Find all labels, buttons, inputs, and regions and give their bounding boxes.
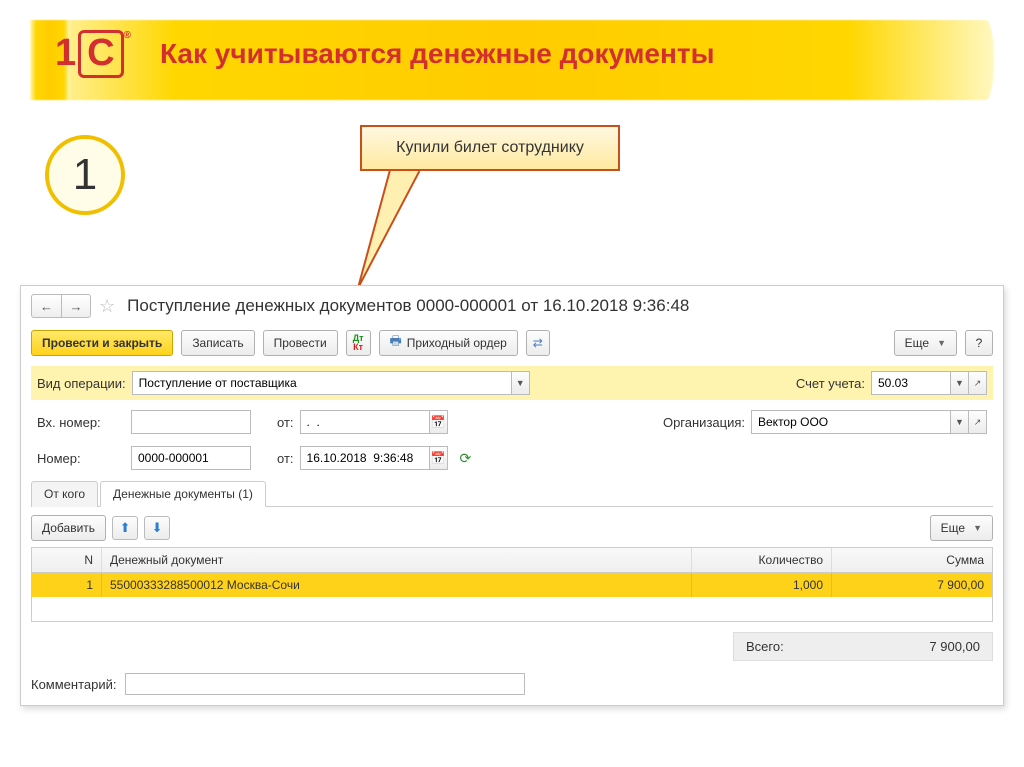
col-header-n[interactable]: N [32, 548, 102, 572]
account-open-btn[interactable]: ↗ [969, 371, 987, 395]
callout-text: Купили билет сотруднику [396, 139, 584, 156]
in-date-combo[interactable]: 📅 [300, 410, 448, 434]
move-up-button[interactable]: ⬆ [112, 516, 138, 540]
in-num-input[interactable] [131, 410, 251, 434]
cell-n[interactable]: 1 [32, 573, 102, 597]
org-dropdown-btn[interactable]: ▼ [951, 410, 969, 434]
org-open-btn[interactable]: ↗ [969, 410, 987, 434]
in-date-label: от: [277, 415, 294, 430]
arrow-down-icon: ⬇ [152, 520, 163, 536]
print-icon: 🖶 [390, 332, 402, 354]
dtkt-button[interactable]: ДтКт [346, 330, 371, 356]
total-value: 7 900,00 [929, 639, 980, 654]
logo-1c: 1С® [55, 30, 131, 78]
account-combo[interactable]: ▼ ↗ [871, 371, 987, 395]
col-header-doc[interactable]: Денежный документ [102, 548, 692, 572]
slide-header: 1С® Как учитываются денежные документы [0, 0, 1024, 110]
org-combo[interactable]: ▼ ↗ [751, 410, 987, 434]
move-down-button[interactable]: ⬇ [144, 516, 170, 540]
in-num-label: Вх. номер: [37, 415, 125, 430]
title-row: ← → ☆ Поступление денежных документов 00… [21, 286, 1003, 326]
op-type-label: Вид операции: [37, 376, 126, 391]
account-label: Счет учета: [796, 376, 865, 391]
more-label: Еще [905, 336, 929, 350]
comment-label: Комментарий: [31, 677, 117, 692]
number-row: Номер: от: 📅 ⟳ [31, 442, 993, 474]
cell-doc[interactable]: 55000333288500012 Москва-Сочи [102, 573, 692, 597]
chevron-down-icon: ▼ [937, 338, 946, 348]
calendar-icon: 📅 [431, 451, 446, 465]
dtkt-icon: ДтКт [353, 334, 364, 352]
slide-title: Как учитываются денежные документы [160, 38, 715, 70]
nav-forward-button[interactable]: → [61, 294, 91, 318]
date-combo[interactable]: 📅 [300, 446, 448, 470]
receipt-order-button[interactable]: 🖶 Приходный ордер [379, 330, 518, 356]
help-button[interactable]: ? [965, 330, 993, 356]
structure-button[interactable]: ⇄ [526, 330, 550, 356]
op-type-combo[interactable]: ▼ [132, 371, 530, 395]
main-toolbar: Провести и закрыть Записать Провести ДтК… [21, 326, 1003, 366]
tree-icon: ⇄ [533, 336, 543, 350]
account-dropdown-btn[interactable]: ▼ [951, 371, 969, 395]
logo-1: 1 [55, 32, 76, 74]
more-button[interactable]: Еще ▼ [894, 330, 957, 356]
org-label: Организация: [663, 415, 745, 430]
post-button[interactable]: Провести [263, 330, 338, 356]
nav-buttons: ← → [31, 294, 91, 318]
arrow-up-icon: ⬆ [120, 520, 131, 536]
comment-row: Комментарий: [21, 665, 1003, 695]
chevron-down-icon: ▼ [973, 523, 982, 533]
receipt-order-label: Приходный ордер [407, 336, 507, 350]
grid-empty-space[interactable] [32, 597, 992, 621]
operation-type-row: Вид операции: ▼ Счет учета: ▼ ↗ [31, 366, 993, 400]
tab-more-label: Еще [941, 521, 965, 535]
tab-from[interactable]: От кого [31, 481, 98, 507]
cell-sum[interactable]: 7 900,00 [832, 573, 992, 597]
num-label: Номер: [37, 451, 125, 466]
date-label: от: [277, 451, 294, 466]
total-label: Всего: [746, 639, 784, 654]
total-row: Всего: 7 900,00 [31, 632, 993, 661]
incoming-number-row: Вх. номер: от: 📅 Организация: ▼ ↗ [31, 406, 993, 438]
cell-qty[interactable]: 1,000 [692, 573, 832, 597]
grid-header: N Денежный документ Количество Сумма [32, 548, 992, 573]
app-window: ← → ☆ Поступление денежных документов 00… [20, 285, 1004, 706]
col-header-sum[interactable]: Сумма [832, 548, 992, 572]
in-date-calendar-btn[interactable]: 📅 [430, 410, 448, 434]
add-row-button[interactable]: Добавить [31, 515, 106, 541]
tab-toolbar: Добавить ⬆ ⬇ Еще ▼ [21, 507, 1003, 547]
refresh-icon[interactable]: ⟳ [460, 450, 472, 467]
nav-back-button[interactable]: ← [31, 294, 61, 318]
org-input[interactable] [751, 410, 951, 434]
op-type-dropdown-btn[interactable]: ▼ [512, 371, 530, 395]
step-number-circle: 1 [45, 135, 125, 215]
favorite-star-icon[interactable]: ☆ [99, 296, 115, 317]
document-title: Поступление денежных документов 0000-000… [127, 296, 689, 316]
num-input[interactable] [131, 446, 251, 470]
step-number: 1 [73, 150, 97, 200]
calendar-icon: 📅 [431, 415, 446, 429]
post-and-close-button[interactable]: Провести и закрыть [31, 330, 173, 356]
tabs: От кого Денежные документы (1) [31, 480, 993, 507]
in-date-input[interactable] [300, 410, 430, 434]
date-input[interactable] [300, 446, 430, 470]
col-header-qty[interactable]: Количество [692, 548, 832, 572]
tab-money-docs[interactable]: Денежные документы (1) [100, 481, 266, 507]
documents-grid[interactable]: N Денежный документ Количество Сумма 1 5… [31, 547, 993, 622]
form-area: Вид операции: ▼ Счет учета: ▼ ↗ Вх. номе… [21, 366, 1003, 474]
logo-c: С [78, 30, 123, 78]
table-row[interactable]: 1 55000333288500012 Москва-Сочи 1,000 7 … [32, 573, 992, 597]
op-type-input[interactable] [132, 371, 512, 395]
account-input[interactable] [871, 371, 951, 395]
date-calendar-btn[interactable]: 📅 [430, 446, 448, 470]
save-button[interactable]: Записать [181, 330, 254, 356]
comment-input[interactable] [125, 673, 525, 695]
callout-bubble: Купили билет сотруднику [360, 125, 620, 171]
tab-more-button[interactable]: Еще ▼ [930, 515, 993, 541]
total-box: Всего: 7 900,00 [733, 632, 993, 661]
